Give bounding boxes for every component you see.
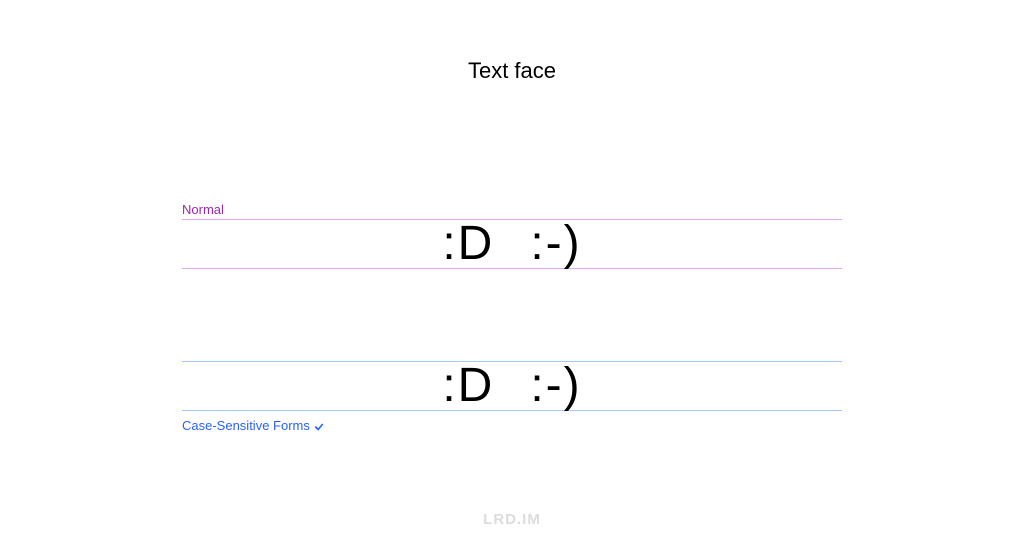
watermark: LRD.IM: [0, 511, 1024, 528]
label-normal: Normal: [182, 202, 224, 217]
page-title: Text face: [0, 0, 1024, 84]
sample-row-normal: Normal :D :-): [182, 219, 842, 269]
emoji-sample: :D: [442, 220, 494, 268]
label-case-sensitive-text: Case-Sensitive Forms: [182, 418, 310, 433]
emoji-sample: :-): [530, 220, 581, 268]
content-area: Normal :D :-) :D :-) Case-Sensitive Form…: [182, 219, 842, 411]
label-case-sensitive: Case-Sensitive Forms: [182, 418, 324, 433]
emoji-sample: :D: [442, 362, 494, 410]
emoji-sample: :-): [530, 362, 581, 410]
section-normal: Normal :D :-): [182, 219, 842, 269]
section-case-sensitive: :D :-) Case-Sensitive Forms: [182, 361, 842, 411]
sample-row-case-sensitive: :D :-) Case-Sensitive Forms: [182, 361, 842, 411]
check-icon: [314, 418, 324, 433]
